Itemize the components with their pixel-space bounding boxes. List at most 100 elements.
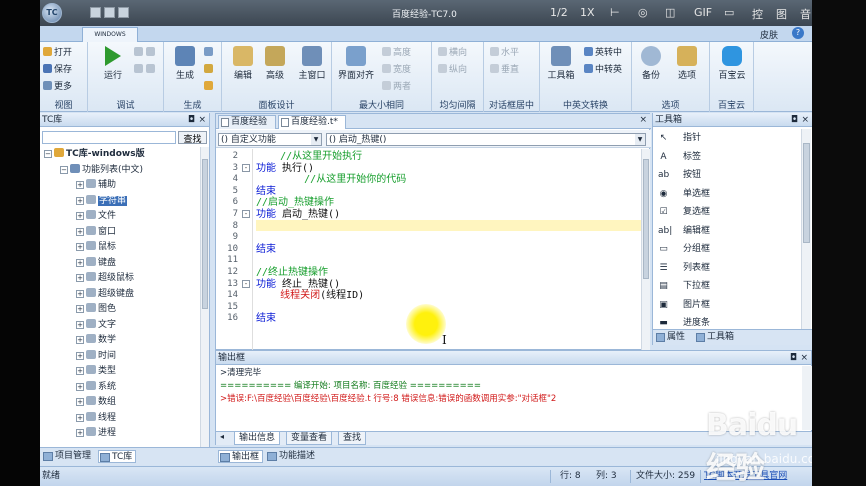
tree-item[interactable]: + 数组: [40, 395, 200, 411]
tab-windows[interactable]: WINDOWS: [82, 27, 138, 42]
record-icon[interactable]: ◎: [638, 6, 648, 19]
tab-properties[interactable]: 属性: [655, 331, 685, 344]
code-line[interactable]: 9: [216, 232, 641, 243]
pin-icon[interactable]: ◘: [790, 351, 797, 365]
code-line[interactable]: 4 //从这里开始你的代码: [216, 174, 641, 185]
tab-tc-library[interactable]: TC库: [98, 450, 137, 463]
tab-variable-view[interactable]: 变量查看: [286, 432, 333, 445]
search-input[interactable]: [42, 131, 176, 144]
gen-opt3-button[interactable]: [204, 81, 215, 94]
tree-item[interactable]: + 类型: [40, 364, 200, 380]
stop-button[interactable]: [146, 47, 157, 60]
fit-icon[interactable]: ◫: [665, 6, 675, 19]
code-line[interactable]: 7- 功能 启动_热键(): [216, 209, 641, 220]
zoom-level[interactable]: 1X: [580, 6, 595, 19]
pause-button[interactable]: [134, 47, 145, 60]
toolbox-item[interactable]: ▭ 分组框: [653, 240, 801, 259]
expand-icon[interactable]: +: [76, 351, 84, 360]
toolbox-item[interactable]: ▣ 图片框: [653, 296, 801, 315]
expand-icon[interactable]: +: [76, 382, 84, 391]
scroll-thumb[interactable]: [803, 143, 810, 243]
code-line[interactable]: 10 结束: [216, 244, 641, 255]
expand-icon[interactable]: +: [76, 181, 84, 189]
fold-toggle-icon[interactable]: -: [242, 210, 250, 218]
align-button[interactable]: 界面对齐: [336, 46, 376, 94]
help-icon[interactable]: ?: [792, 27, 804, 39]
same-width-button[interactable]: 宽度: [382, 64, 411, 77]
code-line[interactable]: 13- 功能 终止_热键(): [216, 279, 641, 290]
gif-label[interactable]: GIF: [694, 6, 712, 19]
expand-icon[interactable]: +: [76, 196, 84, 205]
close-icon[interactable]: ×: [801, 113, 809, 127]
toolbox-item[interactable]: ☰ 列表框: [653, 259, 801, 278]
tree-item[interactable]: + 文件: [40, 209, 200, 225]
expand-icon[interactable]: +: [76, 212, 84, 220]
tab-baidu-jingyan[interactable]: 百度经验: [218, 115, 276, 129]
tree-item[interactable]: + 数学: [40, 333, 200, 349]
backup-button[interactable]: 备份: [636, 46, 666, 94]
tree-item[interactable]: + 鼠标: [40, 240, 200, 256]
toolbox-item[interactable]: ▬ 进度条: [653, 314, 801, 329]
tab-function-description[interactable]: 功能描述: [266, 450, 315, 463]
chevron-down-icon[interactable]: ▼: [635, 134, 645, 145]
collapse-icon[interactable]: −: [44, 150, 52, 158]
app-logo-icon[interactable]: TC: [42, 3, 62, 23]
tab-project-management[interactable]: 项目管理: [42, 450, 91, 463]
screen-icon[interactable]: ▭: [724, 6, 734, 19]
cn-to-en-button[interactable]: 中转英: [584, 64, 622, 77]
open-file-icon[interactable]: [104, 7, 115, 18]
main-window-button[interactable]: 主窗口: [294, 46, 330, 94]
close-icon[interactable]: ×: [198, 113, 206, 127]
tab-output-info[interactable]: 输出信息: [234, 432, 281, 445]
toolbox-item[interactable]: ab 按钮: [653, 166, 801, 185]
output-error-line[interactable]: >错误:F:\百度经验\百度经验\百度经验.t 行号:8 错误信息:错误的函数调…: [220, 393, 800, 406]
center-horizontal-button[interactable]: 水平: [490, 47, 519, 60]
tree-item[interactable]: + 辅助: [40, 178, 200, 194]
expand-icon[interactable]: +: [76, 289, 84, 298]
options-button[interactable]: 选项: [672, 46, 702, 94]
tab-scroll-left-icon[interactable]: ◂: [220, 432, 224, 441]
tree-item[interactable]: + 窗口: [40, 225, 200, 241]
tree-item[interactable]: + 文字: [40, 318, 200, 334]
expand-icon[interactable]: +: [76, 367, 84, 375]
code-line[interactable]: 14 线程关闭(线程ID): [216, 290, 641, 301]
code-line[interactable]: 2 //从这里开始执行: [216, 151, 641, 162]
tree-item[interactable]: + 时间: [40, 349, 200, 365]
expand-icon[interactable]: +: [76, 274, 84, 282]
step-button[interactable]: [134, 64, 145, 77]
tree-item[interactable]: − TC库-windows版: [40, 147, 200, 163]
sound-label[interactable]: 音: [800, 6, 811, 22]
scope-select[interactable]: () 自定义功能 ▼: [218, 133, 322, 146]
tree-item[interactable]: + 超级鼠标: [40, 271, 200, 287]
expand-icon[interactable]: +: [76, 413, 84, 422]
code-line[interactable]: 11: [216, 255, 641, 266]
expand-icon[interactable]: +: [76, 398, 84, 406]
collapse-icon[interactable]: −: [60, 165, 68, 174]
toolbox-item[interactable]: ↖ 指针: [653, 129, 801, 148]
gen-opt1-button[interactable]: [204, 47, 215, 60]
code-line[interactable]: 8: [216, 221, 641, 232]
tree-item[interactable]: + 键盘: [40, 256, 200, 272]
tree-item[interactable]: + 字符串: [40, 194, 200, 210]
function-select[interactable]: () 启动_热键() ▼: [326, 133, 646, 146]
search-button[interactable]: 查找: [178, 131, 207, 144]
fold-toggle-icon[interactable]: -: [242, 279, 250, 288]
chevron-down-icon[interactable]: ▼: [311, 134, 321, 145]
tab-output-box[interactable]: 输出框: [218, 450, 264, 463]
tree-item[interactable]: + 进程: [40, 426, 200, 442]
scroll-thumb[interactable]: [643, 159, 649, 279]
generate-button[interactable]: 生成: [170, 46, 200, 94]
more-button[interactable]: 更多: [43, 81, 72, 94]
toolbox-item[interactable]: ☑ 复选框: [653, 203, 801, 222]
space-horizontal-button[interactable]: 横向: [438, 47, 467, 60]
code-line[interactable]: 6 //启动_热键操作: [216, 197, 641, 208]
en-to-cn-button[interactable]: 英转中: [584, 47, 622, 60]
control-label[interactable]: 控: [752, 6, 763, 22]
pin-icon[interactable]: ◘: [791, 113, 798, 127]
code-line[interactable]: 3- 功能 执行(): [216, 163, 641, 174]
expand-icon[interactable]: +: [76, 305, 84, 313]
tree-item[interactable]: + 线程: [40, 411, 200, 427]
tree-item[interactable]: + 超级键盘: [40, 287, 200, 303]
same-both-button[interactable]: 两者: [382, 81, 411, 94]
expand-icon[interactable]: +: [76, 258, 84, 267]
